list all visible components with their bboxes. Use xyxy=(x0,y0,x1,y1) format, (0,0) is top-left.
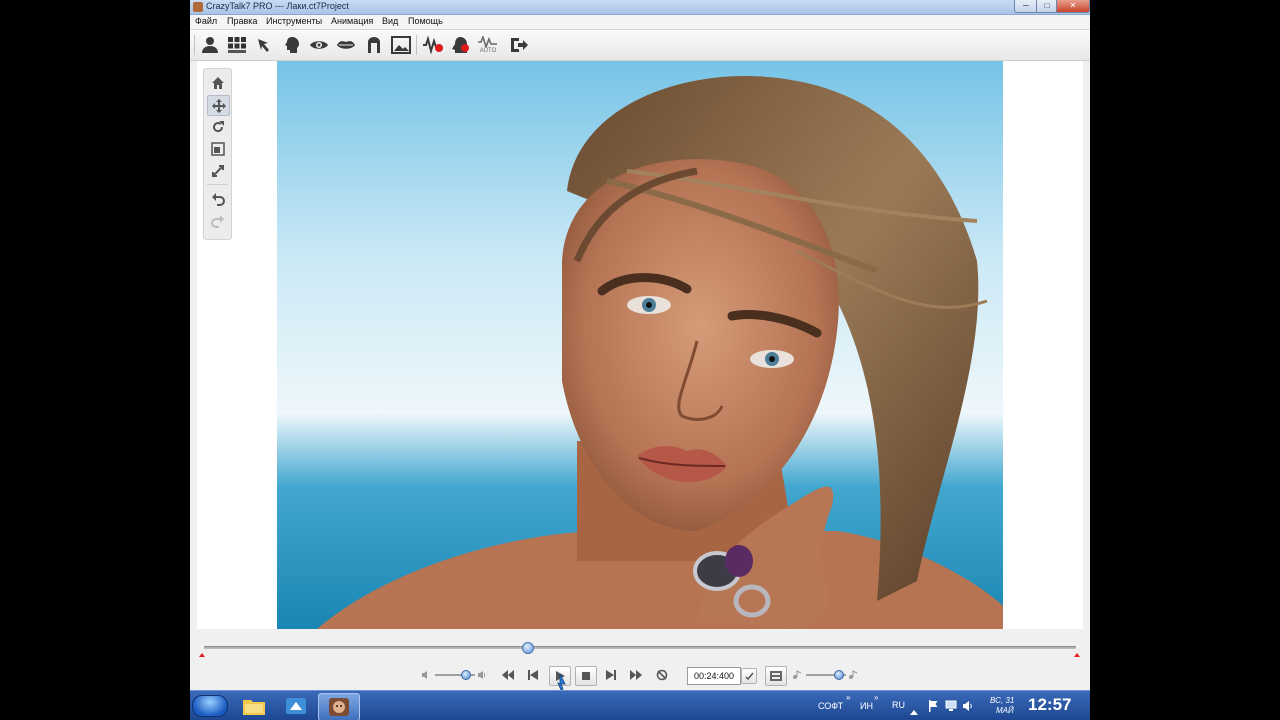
redo-icon[interactable] xyxy=(207,211,228,230)
tray-chevron-icon-2[interactable]: » xyxy=(874,693,878,702)
action-center-flag-icon[interactable] xyxy=(928,699,938,717)
taskbar: СОФТ » ИН » RU ВС, 31 МАЙ 12:57 xyxy=(190,690,1090,720)
menu-tools[interactable]: Инструменты xyxy=(266,16,322,26)
timeline-editor-icon[interactable] xyxy=(765,666,787,686)
toolbar-label-in[interactable]: ИН xyxy=(860,701,873,711)
timeline-end-marker[interactable] xyxy=(1074,653,1080,657)
timeline-bar xyxy=(190,632,1090,660)
rotate-icon[interactable] xyxy=(207,117,228,136)
menu-edit[interactable]: Правка xyxy=(227,16,257,26)
date-month[interactable]: МАЙ xyxy=(996,706,1014,715)
auto-label: AUTO xyxy=(479,48,497,54)
timeline-track[interactable] xyxy=(204,646,1076,649)
move-icon[interactable] xyxy=(207,95,230,116)
rewind-icon[interactable] xyxy=(498,666,518,684)
volume-icon[interactable] xyxy=(475,666,489,684)
background-image-icon[interactable] xyxy=(390,34,412,56)
grid-icon[interactable] xyxy=(226,34,248,56)
preview-workspace[interactable] xyxy=(197,61,1083,629)
hand-pointer-icon[interactable] xyxy=(253,34,275,56)
timeline-start-marker[interactable] xyxy=(199,653,205,657)
menu-file[interactable]: Файл xyxy=(195,16,217,26)
speed-thumb[interactable] xyxy=(834,670,844,680)
app-task-button[interactable] xyxy=(276,693,316,719)
fit-icon[interactable] xyxy=(207,161,228,180)
stop-button[interactable] xyxy=(575,666,597,686)
mouth-icon[interactable] xyxy=(335,34,357,56)
face-record-icon[interactable] xyxy=(450,34,472,56)
start-button[interactable] xyxy=(192,695,228,717)
clock[interactable]: 12:57 xyxy=(1028,695,1071,715)
main-toolbar: AUTO xyxy=(190,30,1090,61)
fast-forward-icon[interactable] xyxy=(626,666,646,684)
close-button[interactable]: ✕ xyxy=(1056,0,1090,13)
minimize-button[interactable]: ─ xyxy=(1014,0,1038,13)
maximize-button[interactable]: □ xyxy=(1036,0,1058,13)
timeline-playhead[interactable] xyxy=(521,642,534,654)
next-frame-icon[interactable] xyxy=(601,666,621,684)
app-window: CrazyTalk7 PRO --- Лаки.ct7Project ─ □ ✕… xyxy=(190,0,1090,720)
volume-thumb[interactable] xyxy=(461,670,471,680)
head-profile-icon[interactable] xyxy=(281,34,303,56)
menu-help[interactable]: Помощь xyxy=(408,16,443,26)
app-icon xyxy=(193,2,203,12)
menu-animation[interactable]: Анимация xyxy=(331,16,373,26)
previous-frame-icon[interactable] xyxy=(523,666,543,684)
toolbar-label-soft[interactable]: СОФТ xyxy=(818,701,843,711)
undo-icon[interactable] xyxy=(207,189,228,208)
language-indicator[interactable]: RU xyxy=(892,700,905,710)
time-display[interactable]: 00:24:400 xyxy=(687,667,741,685)
crazytalk-task-button[interactable] xyxy=(318,693,360,720)
date-day[interactable]: ВС, 31 xyxy=(990,696,1014,705)
eye-icon[interactable] xyxy=(308,34,330,56)
network-icon[interactable] xyxy=(945,699,957,717)
voice-record-icon[interactable] xyxy=(422,34,444,56)
playback-controls: 00:24:400 xyxy=(190,660,1090,691)
speed-slow-icon[interactable] xyxy=(790,666,804,684)
volume-tray-icon[interactable] xyxy=(962,699,974,717)
portrait-photo xyxy=(277,61,1003,629)
export-icon[interactable] xyxy=(508,34,530,56)
sidetools-separator xyxy=(207,184,228,185)
auto-motion-icon[interactable]: AUTO xyxy=(477,34,499,56)
face-outline-icon[interactable] xyxy=(363,34,385,56)
menu-bar: Файл Правка Инструменты Анимация Вид Пом… xyxy=(190,15,1090,30)
speed-fast-icon[interactable] xyxy=(846,666,860,684)
show-hidden-icons-icon[interactable] xyxy=(910,702,918,720)
scale-icon[interactable] xyxy=(207,139,228,158)
tray-chevron-icon[interactable]: » xyxy=(846,693,850,702)
menu-view[interactable]: Вид xyxy=(382,16,398,26)
volume-mute-icon[interactable] xyxy=(419,666,433,684)
window-title: CrazyTalk7 PRO --- Лаки.ct7Project xyxy=(206,1,349,11)
time-confirm-icon[interactable] xyxy=(741,668,757,684)
loop-icon[interactable] xyxy=(652,666,672,684)
person-icon[interactable] xyxy=(199,34,221,56)
title-bar: CrazyTalk7 PRO --- Лаки.ct7Project ─ □ ✕ xyxy=(190,0,1090,15)
home-icon[interactable] xyxy=(207,73,228,92)
toolbar-separator xyxy=(416,35,417,55)
toolbar-grip xyxy=(194,35,195,55)
explorer-task-button[interactable] xyxy=(234,693,274,719)
view-tools-panel xyxy=(203,68,232,240)
